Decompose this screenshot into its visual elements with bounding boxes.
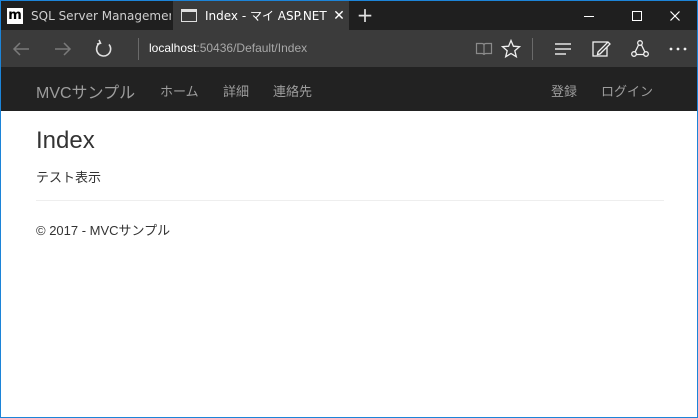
url-field[interactable]: localhost:50436/Default/Index: [149, 41, 307, 55]
nav-contact-link[interactable]: 連絡先: [273, 81, 312, 100]
tab-index[interactable]: Index - マイ ASP.NET アプリケーション ✕: [173, 1, 349, 30]
nav-register-link[interactable]: 登録: [551, 81, 577, 100]
minimize-button[interactable]: [567, 1, 611, 30]
minimize-icon: [584, 15, 594, 17]
page-title: Index: [36, 127, 95, 154]
reading-view-icon: [475, 42, 493, 56]
address-bar: localhost:50436/Default/Index: [1, 30, 697, 67]
web-note-icon: [592, 41, 611, 57]
brand-link[interactable]: MVCサンプル: [36, 79, 135, 103]
tab-title: Index - マイ ASP.NET アプリケーション: [205, 9, 329, 23]
page-text: テスト表示: [36, 170, 102, 185]
forward-arrow-icon: [55, 42, 72, 56]
more-button[interactable]: [667, 38, 689, 60]
reading-view-button[interactable]: [473, 38, 495, 60]
nav-about-link[interactable]: 詳細: [223, 81, 249, 100]
url-path: :50436/Default/Index: [196, 41, 308, 55]
refresh-button[interactable]: [93, 38, 115, 60]
nav-login-link[interactable]: ログイン: [601, 81, 653, 100]
back-button[interactable]: [10, 38, 32, 60]
refresh-icon: [95, 39, 112, 57]
address-separator: [138, 38, 139, 60]
new-tab-button[interactable]: +: [355, 4, 375, 26]
share-button[interactable]: [629, 38, 651, 60]
tab-title: SQL Server Management Studio: [31, 8, 171, 23]
forward-button[interactable]: [52, 38, 74, 60]
site-navbar: MVCサンプル ホーム 詳細 連絡先 登録 ログイン: [1, 67, 697, 111]
back-arrow-icon: [12, 42, 29, 56]
toolbar-separator: [532, 38, 533, 60]
favorite-button[interactable]: [500, 38, 522, 60]
nav-home-link[interactable]: ホーム: [160, 81, 199, 100]
share-icon: [631, 40, 649, 57]
page-icon: [181, 9, 197, 22]
footer-divider: [36, 200, 664, 201]
footer-text: © 2017 - MVCサンプル: [36, 223, 171, 238]
more-icon: [669, 47, 687, 51]
maximize-icon: [632, 10, 642, 21]
close-icon: [670, 10, 680, 21]
browser-window: m SQL Server Management Studio Index - マ…: [0, 0, 698, 418]
url-host: localhost: [149, 41, 197, 55]
web-note-button[interactable]: [590, 38, 612, 60]
tab-bar: m SQL Server Management Studio Index - マ…: [1, 1, 697, 30]
close-tab-icon[interactable]: ✕: [329, 8, 349, 24]
star-icon: [501, 39, 521, 59]
hub-button[interactable]: [552, 38, 574, 60]
m-app-icon: m: [7, 7, 23, 24]
close-window-button[interactable]: [653, 1, 697, 30]
hub-icon: [555, 43, 571, 55]
tab-sql-server[interactable]: m SQL Server Management Studio: [1, 1, 171, 30]
